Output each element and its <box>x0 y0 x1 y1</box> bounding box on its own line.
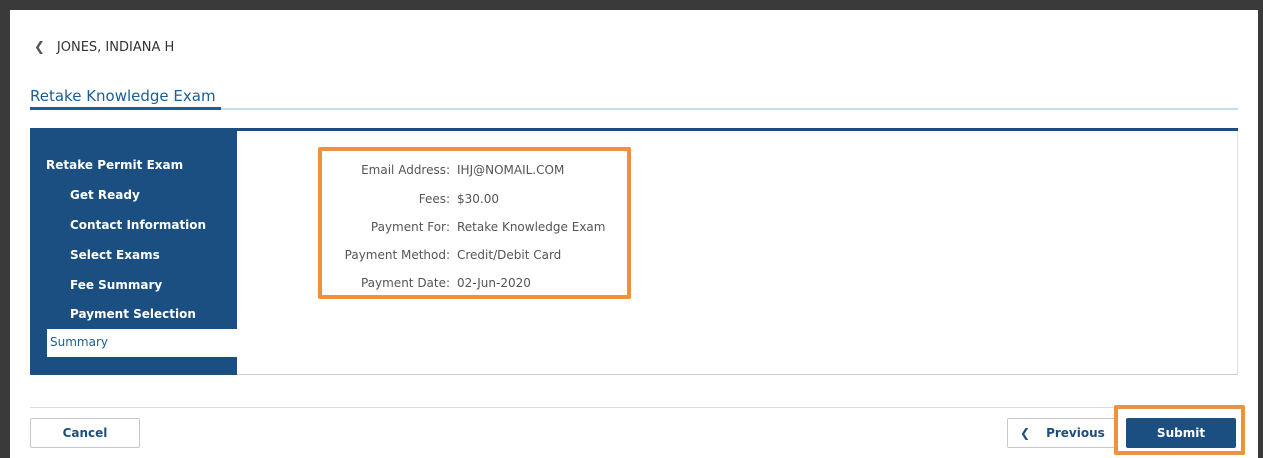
summary-value: 02-Jun-2020 <box>457 276 531 290</box>
summary-label: Payment Date <box>360 276 446 290</box>
summary-value: Credit/Debit Card <box>457 248 562 262</box>
sidebar-item-summary[interactable]: Summary <box>47 329 237 357</box>
page-title: Retake Knowledge Exam <box>30 87 216 105</box>
summary-value: Retake Knowledge Exam <box>457 220 606 234</box>
summary-separator: : <box>446 192 451 206</box>
cancel-button[interactable]: Cancel <box>30 418 140 448</box>
summary-details-highlight: Email Address : IHJ@NOMAIL.COM Fees : $3… <box>318 147 631 299</box>
title-underline <box>30 107 221 110</box>
back-link[interactable]: ❮ JONES, INDIANA H <box>34 40 174 55</box>
footer-divider <box>30 407 1238 408</box>
summary-label: Payment Method <box>344 248 446 262</box>
submit-button[interactable]: Submit <box>1126 418 1236 448</box>
sidebar-item-get-ready[interactable]: Get Ready <box>70 188 140 202</box>
sidebar-item-fee-summary[interactable]: Fee Summary <box>70 278 162 292</box>
summary-separator: : <box>446 248 451 262</box>
summary-separator: : <box>446 220 451 234</box>
sidebar-nav: Retake Permit Exam Get Ready Contact Inf… <box>30 131 237 375</box>
sidebar-item-contact-information[interactable]: Contact Information <box>70 218 206 232</box>
sidebar-heading[interactable]: Retake Permit Exam <box>46 158 183 172</box>
chevron-left-icon: ❮ <box>34 40 45 55</box>
sidebar-item-select-exams[interactable]: Select Exams <box>70 248 160 262</box>
previous-button[interactable]: ❮ Previous <box>1007 418 1117 448</box>
summary-value: $30.00 <box>457 192 499 206</box>
sidebar-item-payment-selection[interactable]: Payment Selection <box>70 307 196 321</box>
summary-label: Payment For <box>370 220 446 234</box>
previous-button-label: Previous <box>1046 426 1105 440</box>
chevron-left-icon: ❮ <box>1020 426 1031 440</box>
summary-value: IHJ@NOMAIL.COM <box>457 163 565 177</box>
summary-label: Fees <box>418 192 446 206</box>
back-link-label: JONES, INDIANA H <box>56 40 175 55</box>
content-right-border <box>1237 131 1238 375</box>
app-frame: ❮ JONES, INDIANA H Retake Knowledge Exam… <box>10 10 1258 458</box>
summary-label: Email Address <box>361 163 446 177</box>
content-bottom-border <box>237 374 1238 375</box>
sidebar-item-summary-label: Summary <box>50 335 108 349</box>
summary-separator: : <box>446 163 451 177</box>
summary-separator: : <box>446 276 451 290</box>
